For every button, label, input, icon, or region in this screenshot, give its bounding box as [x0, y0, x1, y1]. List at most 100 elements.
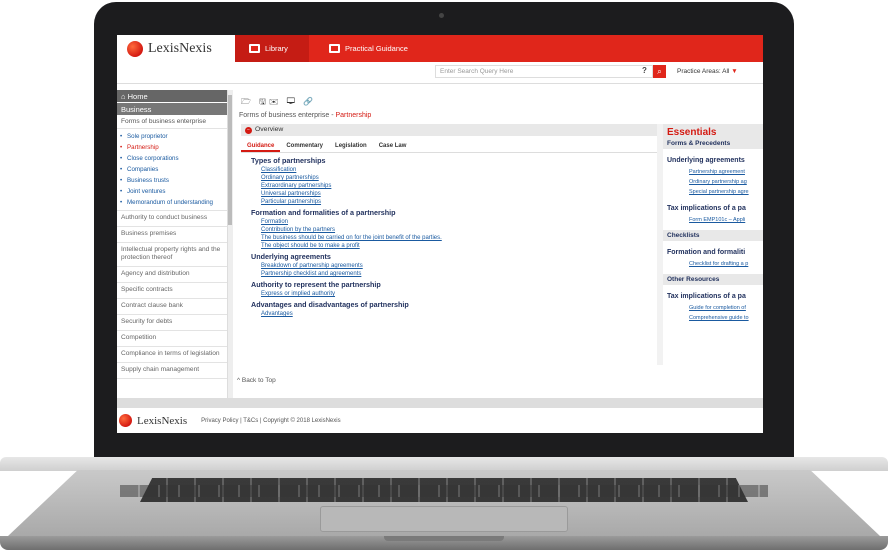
guidance-icon: [329, 44, 340, 53]
essentials-link[interactable]: Comprehensive guide to: [663, 313, 763, 323]
guidance-link[interactable]: Partnership checklist and agreements: [261, 271, 657, 277]
essentials-link[interactable]: Ordinary partnership ag: [663, 177, 763, 187]
back-to-top-link[interactable]: ^ Back to Top: [237, 377, 276, 384]
sidebar-home-label: Home: [127, 92, 148, 101]
footer-divider: [117, 398, 763, 408]
essentials-link[interactable]: Special partnership agre: [663, 187, 763, 197]
essentials-heading: Tax implications of a pa: [667, 205, 746, 212]
section-heading: Advantages and disadvantages of partners…: [251, 300, 409, 309]
logo-text: LexisNexis: [148, 40, 212, 56]
sidebar-item-compliance[interactable]: Compliance in terms of legislation: [117, 347, 227, 363]
tab-library[interactable]: Library: [235, 35, 309, 62]
help-icon[interactable]: ?: [642, 66, 647, 75]
essentials-heading: Tax implications of a pa: [667, 293, 746, 300]
overview-header[interactable]: − Overview: [241, 124, 657, 136]
content-tabs: Guidance Commentary Legislation Case Law: [241, 140, 657, 153]
sidebar-subitem-companies[interactable]: Companies: [117, 164, 227, 175]
essentials-heading: Underlying agreements: [667, 157, 745, 164]
guidance-link[interactable]: The business should be carried on for th…: [261, 235, 657, 241]
guidance-link[interactable]: The object should be to make a profit: [261, 243, 657, 249]
search-button[interactable]: ⌕: [653, 65, 666, 78]
footer-logo-text: LexisNexis: [137, 414, 188, 427]
essentials-title: Essentials: [663, 124, 763, 138]
section-heading: Formation and formalities of a partnersh…: [251, 208, 396, 217]
screen: LexisNexis Library Practical Guidance En…: [117, 35, 763, 433]
logo[interactable]: LexisNexis: [117, 35, 235, 62]
sidebar-item-authority[interactable]: Authority to conduct business: [117, 211, 227, 227]
sidebar-subitem-memorandum[interactable]: Memorandum of understanding: [117, 197, 227, 208]
guidance-link[interactable]: Ordinary partnerships: [261, 175, 657, 181]
sidebar-subitems: Sole proprietor Partnership Close corpor…: [117, 129, 227, 211]
sidebar-item-agency[interactable]: Agency and distribution: [117, 267, 227, 283]
section-heading: Types of partnerships: [251, 156, 326, 165]
guidance-link[interactable]: Universal partnerships: [261, 191, 657, 197]
breadcrumb: Forms of business enterprise - Partnersh…: [239, 112, 371, 119]
document-toolbar[interactable]: 🗁 🖫✉ 🖵 🔗: [241, 96, 316, 110]
main-content: 🗁 🖫✉ 🖵 🔗 Forms of business enterprise - …: [233, 90, 763, 398]
trackpad: [320, 506, 568, 532]
essentials-panel: Essentials Forms & Precedents Underlying…: [663, 124, 763, 365]
guidance-link[interactable]: Classification: [261, 167, 657, 173]
tab-legislation[interactable]: Legislation: [329, 140, 373, 152]
tab-commentary[interactable]: Commentary: [280, 140, 329, 152]
practice-areas-label: Practice Areas: All: [677, 68, 730, 75]
guidance-link[interactable]: Advantages: [261, 311, 657, 317]
tab-case-law[interactable]: Case Law: [373, 140, 413, 152]
keyboard-row: [120, 485, 768, 497]
lexisnexis-logo-icon: [127, 40, 143, 57]
sidebar-scroll-thumb[interactable]: [228, 95, 232, 225]
sidebar-item-competition[interactable]: Competition: [117, 331, 227, 347]
overview-label: Overview: [255, 126, 284, 133]
tab-library-label: Library: [265, 44, 288, 53]
sidebar-subitem-business-trusts[interactable]: Business trusts: [117, 175, 227, 186]
camera-icon: [439, 13, 444, 18]
essentials-link[interactable]: Partnership agreement: [663, 167, 763, 177]
sidebar-item-clause-bank[interactable]: Contract clause bank: [117, 299, 227, 315]
section-heading: Authority to represent the partnership: [251, 280, 381, 289]
lexisnexis-logo-icon: [119, 414, 132, 427]
minus-icon: −: [245, 127, 252, 134]
search-icon: ⌕: [657, 67, 662, 76]
forms-precedents-header[interactable]: Forms & Precedents: [663, 138, 763, 149]
chevron-down-icon: ▼: [731, 68, 738, 75]
footer: LexisNexis Privacy Policy | T&Cs | Copyr…: [117, 408, 763, 433]
breadcrumb-parent[interactable]: Forms of business enterprise -: [239, 112, 335, 119]
guidance-link[interactable]: Breakdown of partnership agreements: [261, 263, 657, 269]
sidebar-item-supply-chain[interactable]: Supply chain management: [117, 363, 227, 379]
essentials-heading: Formation and formaliti: [667, 249, 746, 256]
sidebar-subitem-partnership[interactable]: Partnership: [117, 142, 227, 153]
essentials-link[interactable]: Guide for completion of: [663, 303, 763, 313]
sidebar-item-premises[interactable]: Business premises: [117, 227, 227, 243]
library-icon: [249, 44, 260, 53]
sidebar-subitem-close-corporations[interactable]: Close corporations: [117, 153, 227, 164]
sidebar-subitem-sole-proprietor[interactable]: Sole proprietor: [117, 131, 227, 142]
tab-guidance[interactable]: Guidance: [241, 140, 281, 152]
sidebar-item-specific-contracts[interactable]: Specific contracts: [117, 283, 227, 299]
sidebar-item-ip-rights[interactable]: Intellectual property rights and the pro…: [117, 243, 227, 267]
breadcrumb-current: Partnership: [335, 112, 372, 119]
tab-practical-guidance-label: Practical Guidance: [345, 44, 408, 53]
tab-practical-guidance[interactable]: Practical Guidance: [323, 35, 423, 62]
home-icon: ⌂: [121, 92, 128, 101]
sidebar-item-security[interactable]: Security for debts: [117, 315, 227, 331]
sidebar-section-forms[interactable]: Forms of business enterprise: [117, 115, 227, 129]
laptop-notch: [384, 536, 504, 541]
guidance-link[interactable]: Contribution by the partners: [261, 227, 657, 233]
guidance-link[interactable]: Particular partnerships: [261, 199, 657, 205]
sidebar-item-home[interactable]: ⌂ Home: [117, 90, 227, 102]
guidance-link[interactable]: Formation: [261, 219, 657, 225]
footer-links[interactable]: Privacy Policy | T&Cs | Copyright © 2018…: [201, 418, 340, 424]
essentials-link[interactable]: Form EMP101c – Appli: [663, 215, 763, 225]
search-input[interactable]: Enter Search Query Here: [435, 65, 653, 78]
other-resources-header[interactable]: Other Resources: [663, 274, 763, 285]
guidance-link[interactable]: Extraordinary partnerships: [261, 183, 657, 189]
laptop-bezel: [94, 433, 794, 458]
sidebar-item-business[interactable]: Business: [117, 103, 227, 115]
checklists-header[interactable]: Checklists: [663, 230, 763, 241]
guidance-list: Types of partnerships Classification Ord…: [241, 153, 657, 365]
essentials-link[interactable]: Checklist for drafting a p: [663, 259, 763, 269]
guidance-link[interactable]: Express or implied authority: [261, 291, 657, 297]
section-heading: Underlying agreements: [251, 252, 331, 261]
sidebar-subitem-joint-ventures[interactable]: Joint ventures: [117, 186, 227, 197]
practice-areas-dropdown[interactable]: Practice Areas: All ▼: [677, 68, 738, 75]
